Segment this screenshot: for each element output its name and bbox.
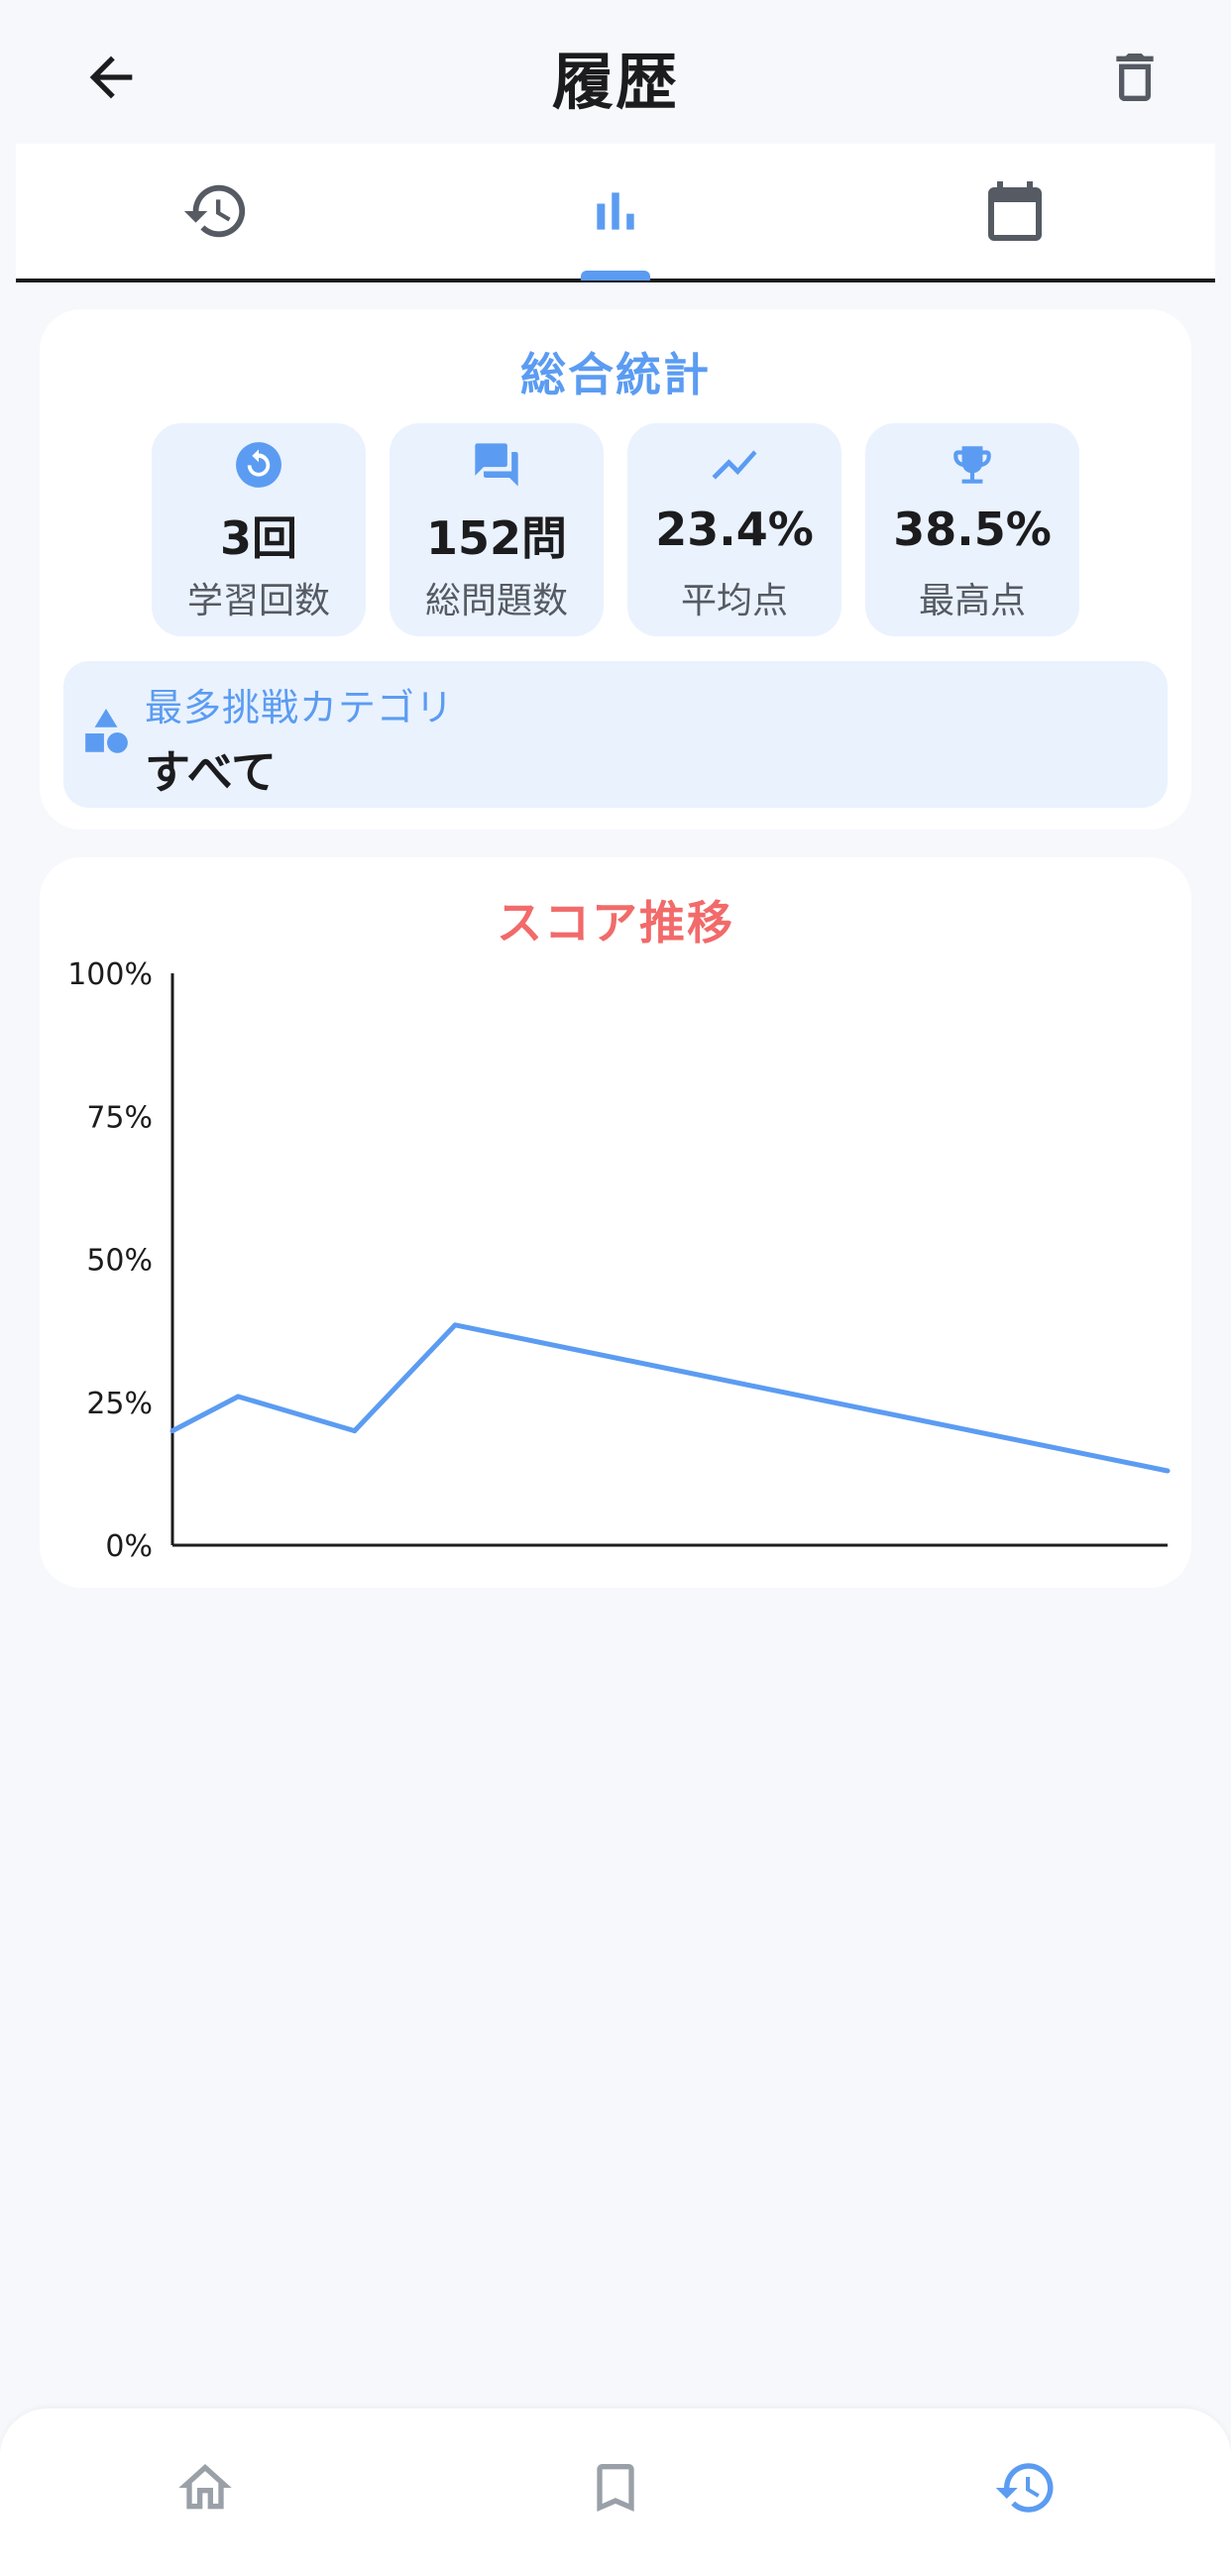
bottom-navigation (0, 2408, 1231, 2576)
stat-value: 152問 (425, 511, 568, 565)
trending-icon (712, 450, 757, 480)
history-screen: 履歴 総合統計 3回 学習回数 152問 総問題数 23.4% 平均点 38.5… (0, 0, 1231, 2576)
stat-label: 総問題数 (424, 581, 568, 621)
stat-value: 23.4% (655, 503, 814, 556)
stat-label: 最高点 (918, 581, 1026, 621)
score-series-line (170, 1322, 1169, 1474)
history-icon (183, 184, 245, 238)
y-tick-label: 25% (86, 1387, 153, 1421)
y-tick-label: 100% (67, 957, 153, 992)
score-data-point (1165, 1468, 1171, 1474)
history-icon (995, 2463, 1054, 2513)
tab-calendar[interactable] (815, 144, 1214, 279)
score-trend-chart: 100% 75% 50% 25% 0% (67, 957, 1171, 1564)
trash-icon (1116, 54, 1154, 101)
overall-stats-card: 総合統計 3回 学習回数 152問 総問題数 23.4% 平均点 38.5% 最… (40, 309, 1191, 830)
score-data-point (169, 1428, 175, 1434)
page-title: 履歴 (551, 46, 679, 118)
stat-label: 学習回数 (186, 581, 330, 621)
bookmark-icon (597, 2464, 634, 2512)
delete-history-button[interactable] (1095, 38, 1175, 117)
tab-statistics[interactable] (415, 144, 815, 279)
score-data-point (352, 1428, 358, 1434)
trophy-icon (953, 446, 991, 484)
y-tick-label: 0% (105, 1529, 153, 1564)
stat-value: 38.5% (893, 503, 1052, 556)
score-data-point (452, 1322, 458, 1328)
nav-bookmarks[interactable] (566, 2438, 665, 2537)
replay-icon (236, 442, 281, 488)
score-trend-card: スコア推移 100% 75% 50% 25% 0% (40, 857, 1191, 1588)
nav-history[interactable] (976, 2438, 1075, 2537)
stat-tile-sessions: 3回 学習回数 (152, 423, 366, 636)
top-category-label: 最多挑戦カテゴリ (145, 686, 455, 729)
y-tick-label: 75% (86, 1100, 153, 1135)
chat-icon (475, 443, 518, 487)
score-data-point (235, 1394, 241, 1400)
home-icon (178, 2464, 232, 2510)
stats-title: 総合統計 (520, 348, 711, 401)
y-tick-label: 50% (86, 1244, 153, 1279)
top-category-value: すべて (145, 745, 277, 799)
stats-tiles: 3回 学習回数 152問 総問題数 23.4% 平均点 38.5% 最高点 (152, 423, 1083, 636)
stat-label: 平均点 (680, 581, 788, 621)
stat-tile-average-score: 23.4% 平均点 (627, 423, 841, 636)
nav-home[interactable] (156, 2438, 255, 2537)
stat-value: 3回 (219, 511, 297, 565)
category-icon (85, 709, 128, 753)
stat-tile-total-questions: 152問 総問題数 (390, 423, 604, 636)
top-category-panel: 最多挑戦カテゴリ すべて (63, 661, 1168, 808)
tab-history-list[interactable] (16, 144, 415, 279)
stat-tile-best-score: 38.5% 最高点 (865, 423, 1079, 636)
tab-bar (16, 144, 1215, 282)
app-bar: 履歴 (0, 0, 1231, 144)
bar-chart-icon (596, 192, 634, 230)
calendar-icon (987, 181, 1042, 241)
tab-indicator (581, 271, 650, 280)
